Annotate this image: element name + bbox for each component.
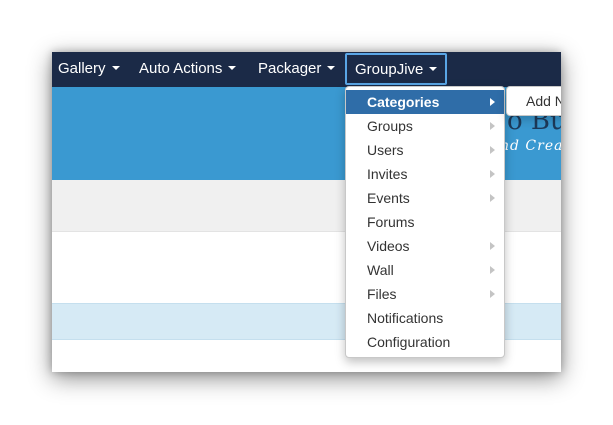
menu-item-label: Invites bbox=[367, 166, 408, 182]
chevron-right-icon bbox=[490, 122, 495, 130]
chevron-right-icon bbox=[490, 194, 495, 202]
chevron-right-icon bbox=[490, 266, 495, 274]
nav-groupjive[interactable]: GroupJive bbox=[345, 53, 448, 85]
top-navbar: Gallery Auto Actions Packager GroupJive bbox=[52, 52, 561, 87]
nav-gallery-label: Gallery bbox=[58, 60, 106, 77]
nav-groupjive-label: GroupJive bbox=[355, 61, 424, 78]
chevron-right-icon bbox=[490, 290, 495, 298]
menu-item-label: Wall bbox=[367, 262, 394, 278]
menu-item-label: Categories bbox=[367, 94, 440, 110]
menu-item-label: Groups bbox=[367, 118, 413, 134]
groupjive-dropdown-menu: Categories Groups Users Invites Events F… bbox=[345, 86, 505, 358]
nav-packager[interactable]: Packager bbox=[258, 52, 336, 87]
menu-item-label: Videos bbox=[367, 238, 410, 254]
nav-auto-actions-label: Auto Actions bbox=[139, 60, 223, 77]
menu-item-invites[interactable]: Invites bbox=[346, 162, 504, 186]
menu-item-label: Forums bbox=[367, 214, 415, 230]
browser-viewport: Gallery Auto Actions Packager GroupJive … bbox=[52, 52, 561, 372]
caret-down-icon bbox=[429, 67, 438, 72]
chevron-right-icon bbox=[490, 242, 495, 250]
menu-item-groups[interactable]: Groups bbox=[346, 114, 504, 138]
banner-tagline: nd Crea bbox=[500, 138, 561, 154]
menu-item-forums[interactable]: Forums bbox=[346, 210, 504, 234]
categories-submenu: Add N bbox=[506, 86, 561, 116]
submenu-item-add-new[interactable]: Add N bbox=[507, 87, 561, 115]
nav-packager-label: Packager bbox=[258, 60, 322, 77]
nav-auto-actions[interactable]: Auto Actions bbox=[139, 52, 237, 87]
nav-gallery[interactable]: Gallery bbox=[58, 52, 120, 87]
menu-item-videos[interactable]: Videos bbox=[346, 234, 504, 258]
menu-item-wall[interactable]: Wall bbox=[346, 258, 504, 282]
menu-item-label: Configuration bbox=[367, 334, 451, 350]
caret-down-icon bbox=[111, 66, 120, 71]
caret-down-icon bbox=[228, 66, 237, 71]
menu-item-users[interactable]: Users bbox=[346, 138, 504, 162]
chevron-right-icon bbox=[490, 146, 495, 154]
menu-item-categories[interactable]: Categories bbox=[346, 90, 504, 114]
menu-item-label: Notifications bbox=[367, 310, 444, 326]
menu-item-label: Users bbox=[367, 142, 404, 158]
chevron-right-icon bbox=[490, 98, 495, 106]
menu-item-label: Files bbox=[367, 286, 397, 302]
chevron-right-icon bbox=[490, 170, 495, 178]
menu-item-files[interactable]: Files bbox=[346, 282, 504, 306]
caret-down-icon bbox=[327, 66, 336, 71]
menu-item-configuration[interactable]: Configuration bbox=[346, 330, 504, 354]
menu-item-label: Events bbox=[367, 190, 410, 206]
menu-item-events[interactable]: Events bbox=[346, 186, 504, 210]
menu-item-notifications[interactable]: Notifications bbox=[346, 306, 504, 330]
